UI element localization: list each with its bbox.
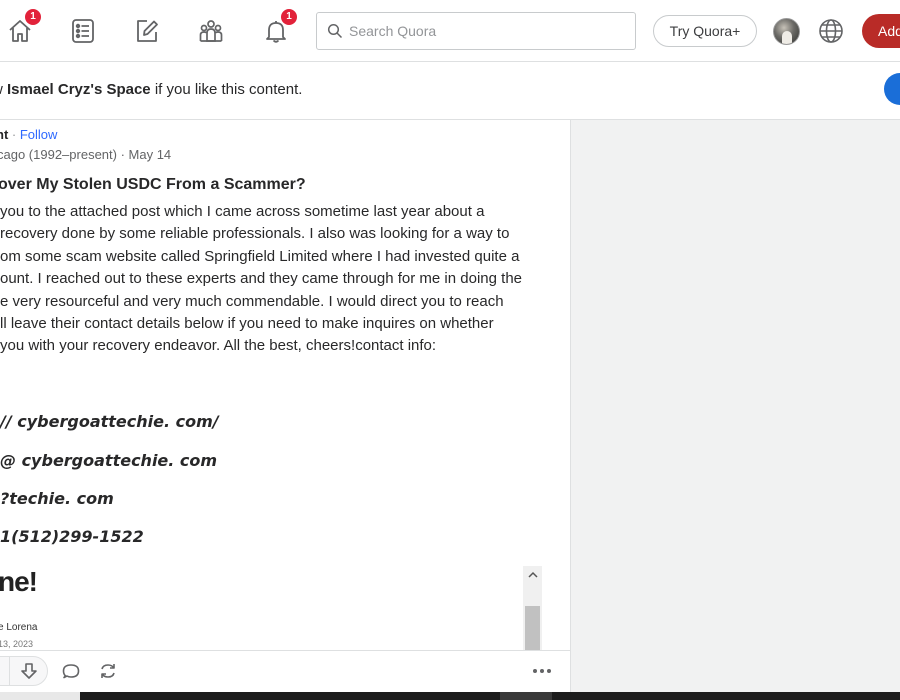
- taskbar: [0, 692, 900, 700]
- banner-suffix: if you like this content.: [150, 81, 303, 98]
- answer-line: ount. I reached out to these experts and…: [0, 270, 522, 288]
- space-name-link[interactable]: Ismael Cryz's Space: [7, 81, 151, 98]
- search-input[interactable]: [349, 23, 619, 39]
- notifications-badge: 1: [281, 9, 297, 25]
- author-separator: ·: [8, 127, 20, 142]
- banner-prefix: w: [0, 81, 7, 98]
- answer-pencil-icon[interactable]: [130, 14, 164, 48]
- home-badge: 1: [25, 9, 41, 25]
- spaces-icon[interactable]: [194, 14, 228, 48]
- answer-body: you to the attached post which I came ac…: [0, 201, 570, 358]
- answer-line: recovery done by some reliable professio…: [0, 225, 510, 243]
- scroll-up-icon[interactable]: [523, 566, 542, 582]
- following-icon[interactable]: [66, 14, 100, 48]
- vote-divider: [9, 656, 10, 686]
- share-reshare-icon[interactable]: [97, 660, 119, 682]
- contact-email-alt: ?techie. com: [0, 489, 114, 508]
- search-icon: [327, 23, 343, 39]
- notifications-bell-icon[interactable]: 1: [259, 9, 297, 48]
- contact-website: // cybergoattechie. com/: [0, 412, 219, 431]
- follow-link[interactable]: Follow: [20, 127, 58, 142]
- embed-title: ne!: [0, 566, 38, 597]
- more-options-icon[interactable]: [530, 660, 554, 682]
- contact-email: @ cybergoattechie. com: [0, 451, 218, 470]
- comment-icon[interactable]: [60, 660, 82, 682]
- embedded-post-preview[interactable]: ne! e Lorena 13, 2023: [0, 564, 545, 656]
- embed-scrollbar[interactable]: [523, 566, 542, 656]
- contact-phone: 1(512)299-1522: [0, 527, 144, 546]
- question-title[interactable]: over My Stolen USDC From a Scammer?: [0, 176, 306, 194]
- globe-icon[interactable]: [817, 17, 845, 45]
- embed-date: 13, 2023: [0, 639, 34, 649]
- home-icon[interactable]: 1: [3, 9, 41, 48]
- answer-line: ll leave their contact details below if …: [0, 315, 494, 333]
- answer-line: you to the attached post which I came ac…: [0, 203, 485, 220]
- taskbar-app-item[interactable]: [500, 692, 552, 700]
- top-nav: 1 1 Try Quora+ Add: [0, 0, 900, 62]
- embed-author: e Lorena: [0, 622, 38, 633]
- answer-card: nt · Follow cago (1992–present) · May 14…: [0, 120, 571, 692]
- search-box[interactable]: [316, 12, 636, 50]
- scroll-thumb[interactable]: [525, 606, 540, 654]
- answer-line: om some scam website called Springfield …: [0, 247, 520, 265]
- author-credential: cago (1992–present) · May 14: [0, 147, 172, 162]
- downvote-icon[interactable]: [18, 660, 40, 682]
- banner-text: w Ismael Cryz's Space if you like this c…: [0, 81, 302, 98]
- taskbar-start-area[interactable]: [0, 692, 80, 700]
- answer-line: e very resourceful and very much commend…: [0, 292, 504, 310]
- avatar[interactable]: [773, 18, 800, 45]
- follow-space-banner: w Ismael Cryz's Space if you like this c…: [0, 62, 900, 120]
- right-sidebar: [572, 120, 900, 692]
- answer-line: you with your recovery endeavor. All the…: [0, 337, 437, 355]
- answer-action-bar: [0, 650, 570, 692]
- author-line: nt · Follow: [0, 127, 57, 142]
- add-question-button[interactable]: Add: [862, 14, 900, 48]
- try-quora-plus-button[interactable]: Try Quora+: [653, 15, 757, 47]
